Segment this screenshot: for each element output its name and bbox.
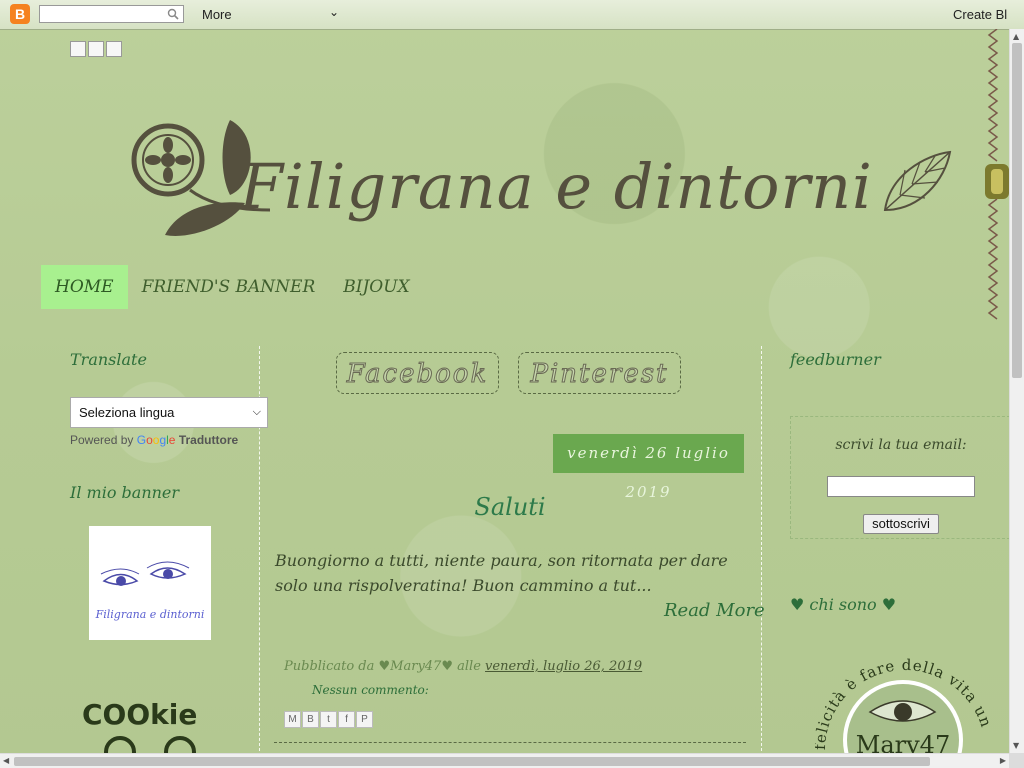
vertical-scrollbar[interactable]: ▲ ▼ [1009,29,1024,753]
share-buttons: M B t f P [284,711,373,728]
blog-search-input[interactable] [39,5,184,23]
menu-item-friends-banner[interactable]: FRIEND'S BANNER [128,265,330,309]
broken-image-icon [106,41,122,57]
author-link[interactable]: ♥Mary47♥ [379,659,453,674]
zipper-decoration [985,29,1009,320]
email-share-icon[interactable]: M [284,711,301,728]
broken-images [70,41,124,61]
scrollbar-thumb[interactable] [14,757,930,766]
facebook-share-icon[interactable]: f [338,711,355,728]
email-field[interactable] [827,476,975,497]
horizontal-scrollbar[interactable]: ◀ ▶ [0,753,1009,768]
profile-badge-image[interactable]: felicità è fare della vita un Mary47 [815,650,990,755]
email-field-label: scrivi la tua email: [835,437,967,453]
leaf-ornament-icon [883,150,952,212]
more-menu-label[interactable]: More [202,7,232,22]
scrollbar-corner [1009,753,1024,768]
pinterest-button[interactable]: Pinterest [518,352,681,394]
google-letter: o [146,433,153,447]
chevron-down-icon: ⌵ [252,406,261,418]
post-title[interactable]: Saluti [274,493,746,521]
cookie-text: COOkie [82,698,197,731]
main-menu: HOME FRIEND'S BANNER BIJOUX [41,265,424,309]
column-divider [761,346,762,756]
google-letter: e [168,433,176,447]
search-icon[interactable] [167,8,179,20]
profile-name-text: Mary47 [856,731,950,755]
facebook-button[interactable]: Facebook [336,352,499,394]
banner-caption: Filigrana e dintorni [95,608,205,621]
about-me-widget-title: ♥ chi sono ♥ [790,595,897,614]
traduttore-link[interactable]: Traduttore [179,433,238,447]
blogger-navbar: B More ⌄ Create Bl [0,0,1024,30]
scroll-down-icon[interactable]: ▼ [1013,741,1019,750]
scroll-up-icon[interactable]: ▲ [1013,32,1019,41]
comments-link[interactable]: Nessun commento: [312,683,429,697]
powered-by-label: Powered by [70,433,134,447]
post-date-header: venerdì 26 luglio 2019 [553,434,744,501]
blog-title[interactable]: Filigrana e dintorni [240,150,873,223]
banner-widget-title: Il mio banner [70,483,180,502]
blogger-logo-icon[interactable]: B [10,4,30,24]
post-footer: Pubblicato da ♥Mary47♥ alle venerdì, lug… [284,659,642,674]
broken-image-icon [70,41,86,57]
menu-item-bijoux[interactable]: BIJOUX [329,265,423,309]
published-by-label: Pubblicato da [284,659,375,674]
subscribe-button[interactable]: sottoscrivi [863,514,939,534]
blog-banner-image[interactable]: Filigrana e dintorni [89,526,211,640]
eyes-image [100,561,190,586]
feedburner-form: scrivi la tua email: sottoscrivi [790,416,1010,539]
read-more-link[interactable]: Read More [664,600,765,621]
scrollbar-thumb[interactable] [1012,43,1022,378]
scroll-right-icon[interactable]: ▶ [1000,756,1006,765]
scroll-left-icon[interactable]: ◀ [3,756,9,765]
google-letter: G [136,433,147,447]
google-logo[interactable]: Google [137,433,176,447]
post-timestamp-link[interactable]: venerdì, luglio 26, 2019 [485,659,642,674]
menu-item-home[interactable]: HOME [41,265,128,309]
cookie-badge-icon: COOkie [82,698,197,755]
broken-image-icon [88,41,104,57]
at-label: alle [457,659,481,674]
create-blog-link[interactable]: Create Bl [953,7,1007,22]
pinterest-share-icon[interactable]: P [356,711,373,728]
post-separator [274,742,746,743]
language-select-value: Seleziona lingua [79,405,175,420]
translate-widget-title: Translate [70,350,147,369]
feedburner-widget-title: feedburner [790,350,881,369]
post-snippet: Buongiorno a tutti, niente paura, son ri… [275,551,728,595]
chevron-down-icon[interactable]: ⌄ [329,5,339,19]
blogger-share-icon[interactable]: B [302,711,319,728]
language-select[interactable]: Seleziona lingua ⌵ [70,397,268,428]
twitter-share-icon[interactable]: t [320,711,337,728]
powered-by-google: Powered by Google Traduttore [70,433,238,447]
